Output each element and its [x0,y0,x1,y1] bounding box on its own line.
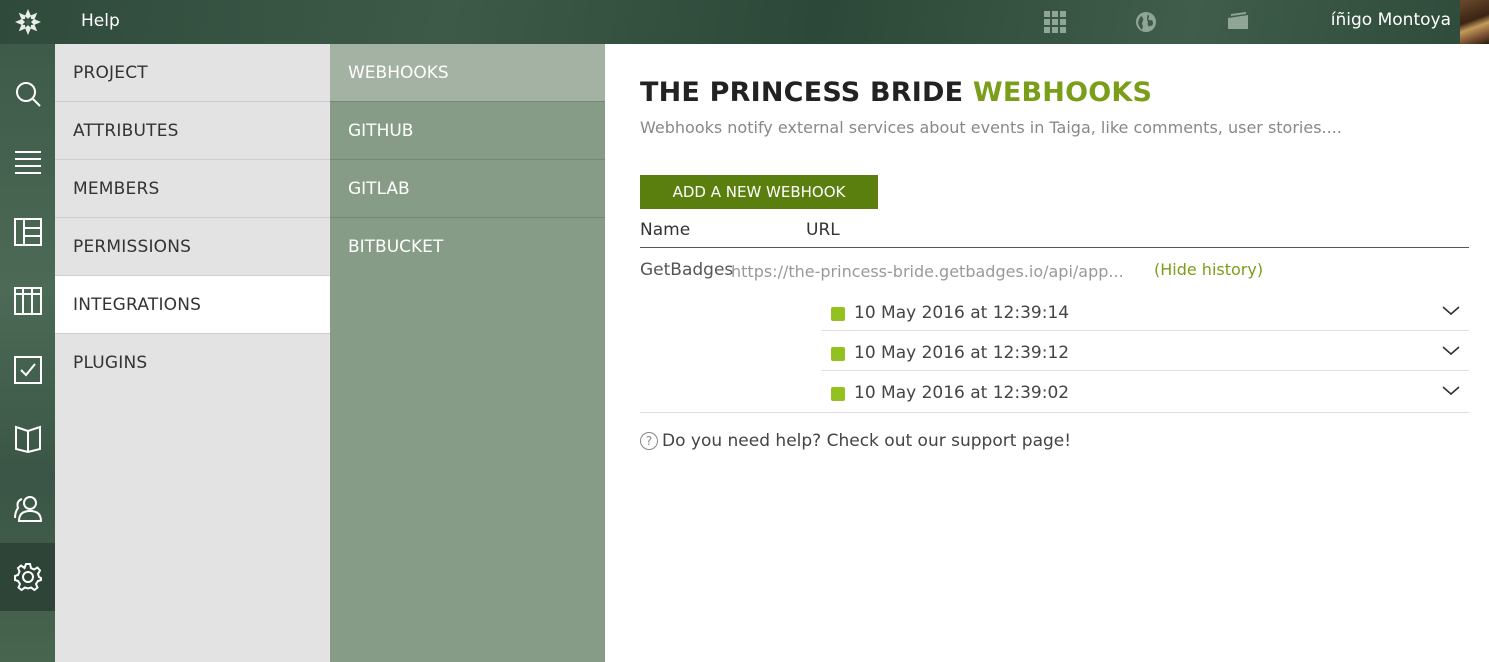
history-entry[interactable]: 10 May 2016 at 12:39:12 [821,331,1469,371]
admin-menu-item-members[interactable]: MEMBERS [55,160,330,218]
apps-grid-icon[interactable] [1042,9,1068,35]
column-header-name: Name [640,220,691,240]
user-name[interactable]: íñigo Montoya [1331,10,1451,30]
webhook-url: https://the-princess-bride.getbadges.io/… [731,262,1124,281]
admin-menu: PROJECT ATTRIBUTES MEMBERS PERMISSIONS I… [55,44,330,662]
column-header-url: URL [806,220,840,240]
webhook-name: GetBadges [640,260,734,280]
integrations-menu-item-gitlab[interactable]: GITLAB [330,160,605,218]
page-subtitle: Webhooks notify external services about … [640,118,1342,137]
projects-icon[interactable] [1225,9,1251,35]
search-icon[interactable] [0,60,55,128]
chevron-down-icon[interactable] [1441,301,1461,321]
chevron-down-icon[interactable] [1441,381,1461,401]
support-help: ? Do you need help? Check out our suppor… [640,431,1071,451]
history-entry-date: 10 May 2016 at 12:39:12 [854,343,1070,363]
admin-menu-item-permissions[interactable]: PERMISSIONS [55,218,330,276]
settings-icon[interactable] [0,543,55,611]
integrations-menu-item-webhooks[interactable]: WEBHOOKS [330,44,605,102]
webhooks-table-header: Name URL [640,217,1469,248]
globe-icon[interactable] [1133,9,1159,35]
status-success-indicator [831,387,845,401]
chevron-down-icon[interactable] [1441,341,1461,361]
issues-icon[interactable] [0,336,55,404]
help-link[interactable]: Help [81,11,120,31]
backlog-icon[interactable] [0,129,55,197]
history-entry[interactable]: 10 May 2016 at 12:39:02 [821,371,1469,411]
admin-menu-item-project[interactable]: PROJECT [55,44,330,102]
history-entry[interactable]: 10 May 2016 at 12:39:14 [821,291,1469,331]
team-icon[interactable] [0,474,55,542]
history-entry-date: 10 May 2016 at 12:39:02 [854,383,1070,403]
taskboard-icon[interactable] [0,267,55,335]
admin-menu-item-plugins[interactable]: PLUGINS [55,334,330,392]
wiki-icon[interactable] [0,405,55,473]
project-navigation-rail [0,44,55,662]
support-page-link[interactable]: Do you need help? Check out our support … [662,431,1071,451]
page-title-project: THE PRINCESS BRIDE [640,77,964,108]
status-success-indicator [831,307,845,321]
admin-menu-item-integrations[interactable]: INTEGRATIONS [55,276,330,334]
user-avatar[interactable] [1460,0,1489,44]
page-title-section: WEBHOOKS [972,77,1153,108]
status-success-indicator [831,347,845,361]
row-divider [640,412,1469,413]
add-webhook-button[interactable]: ADD A NEW WEBHOOK [640,175,878,209]
top-navigation-bar: Help íñigo Montoya [0,0,1489,44]
taiga-logo-icon[interactable] [0,0,55,44]
integrations-menu-item-bitbucket[interactable]: BITBUCKET [330,218,605,276]
integrations-menu: WEBHOOKS GITHUB GITLAB BITBUCKET [330,44,605,662]
hide-history-link[interactable]: (Hide history) [1154,260,1263,279]
admin-menu-item-attributes[interactable]: ATTRIBUTES [55,102,330,160]
history-entry-date: 10 May 2016 at 12:39:14 [854,303,1070,323]
question-icon: ? [640,432,658,450]
page-title: THE PRINCESS BRIDE WEBHOOKS [640,77,1152,108]
kanban-icon[interactable] [0,198,55,266]
integrations-menu-item-github[interactable]: GITHUB [330,102,605,160]
